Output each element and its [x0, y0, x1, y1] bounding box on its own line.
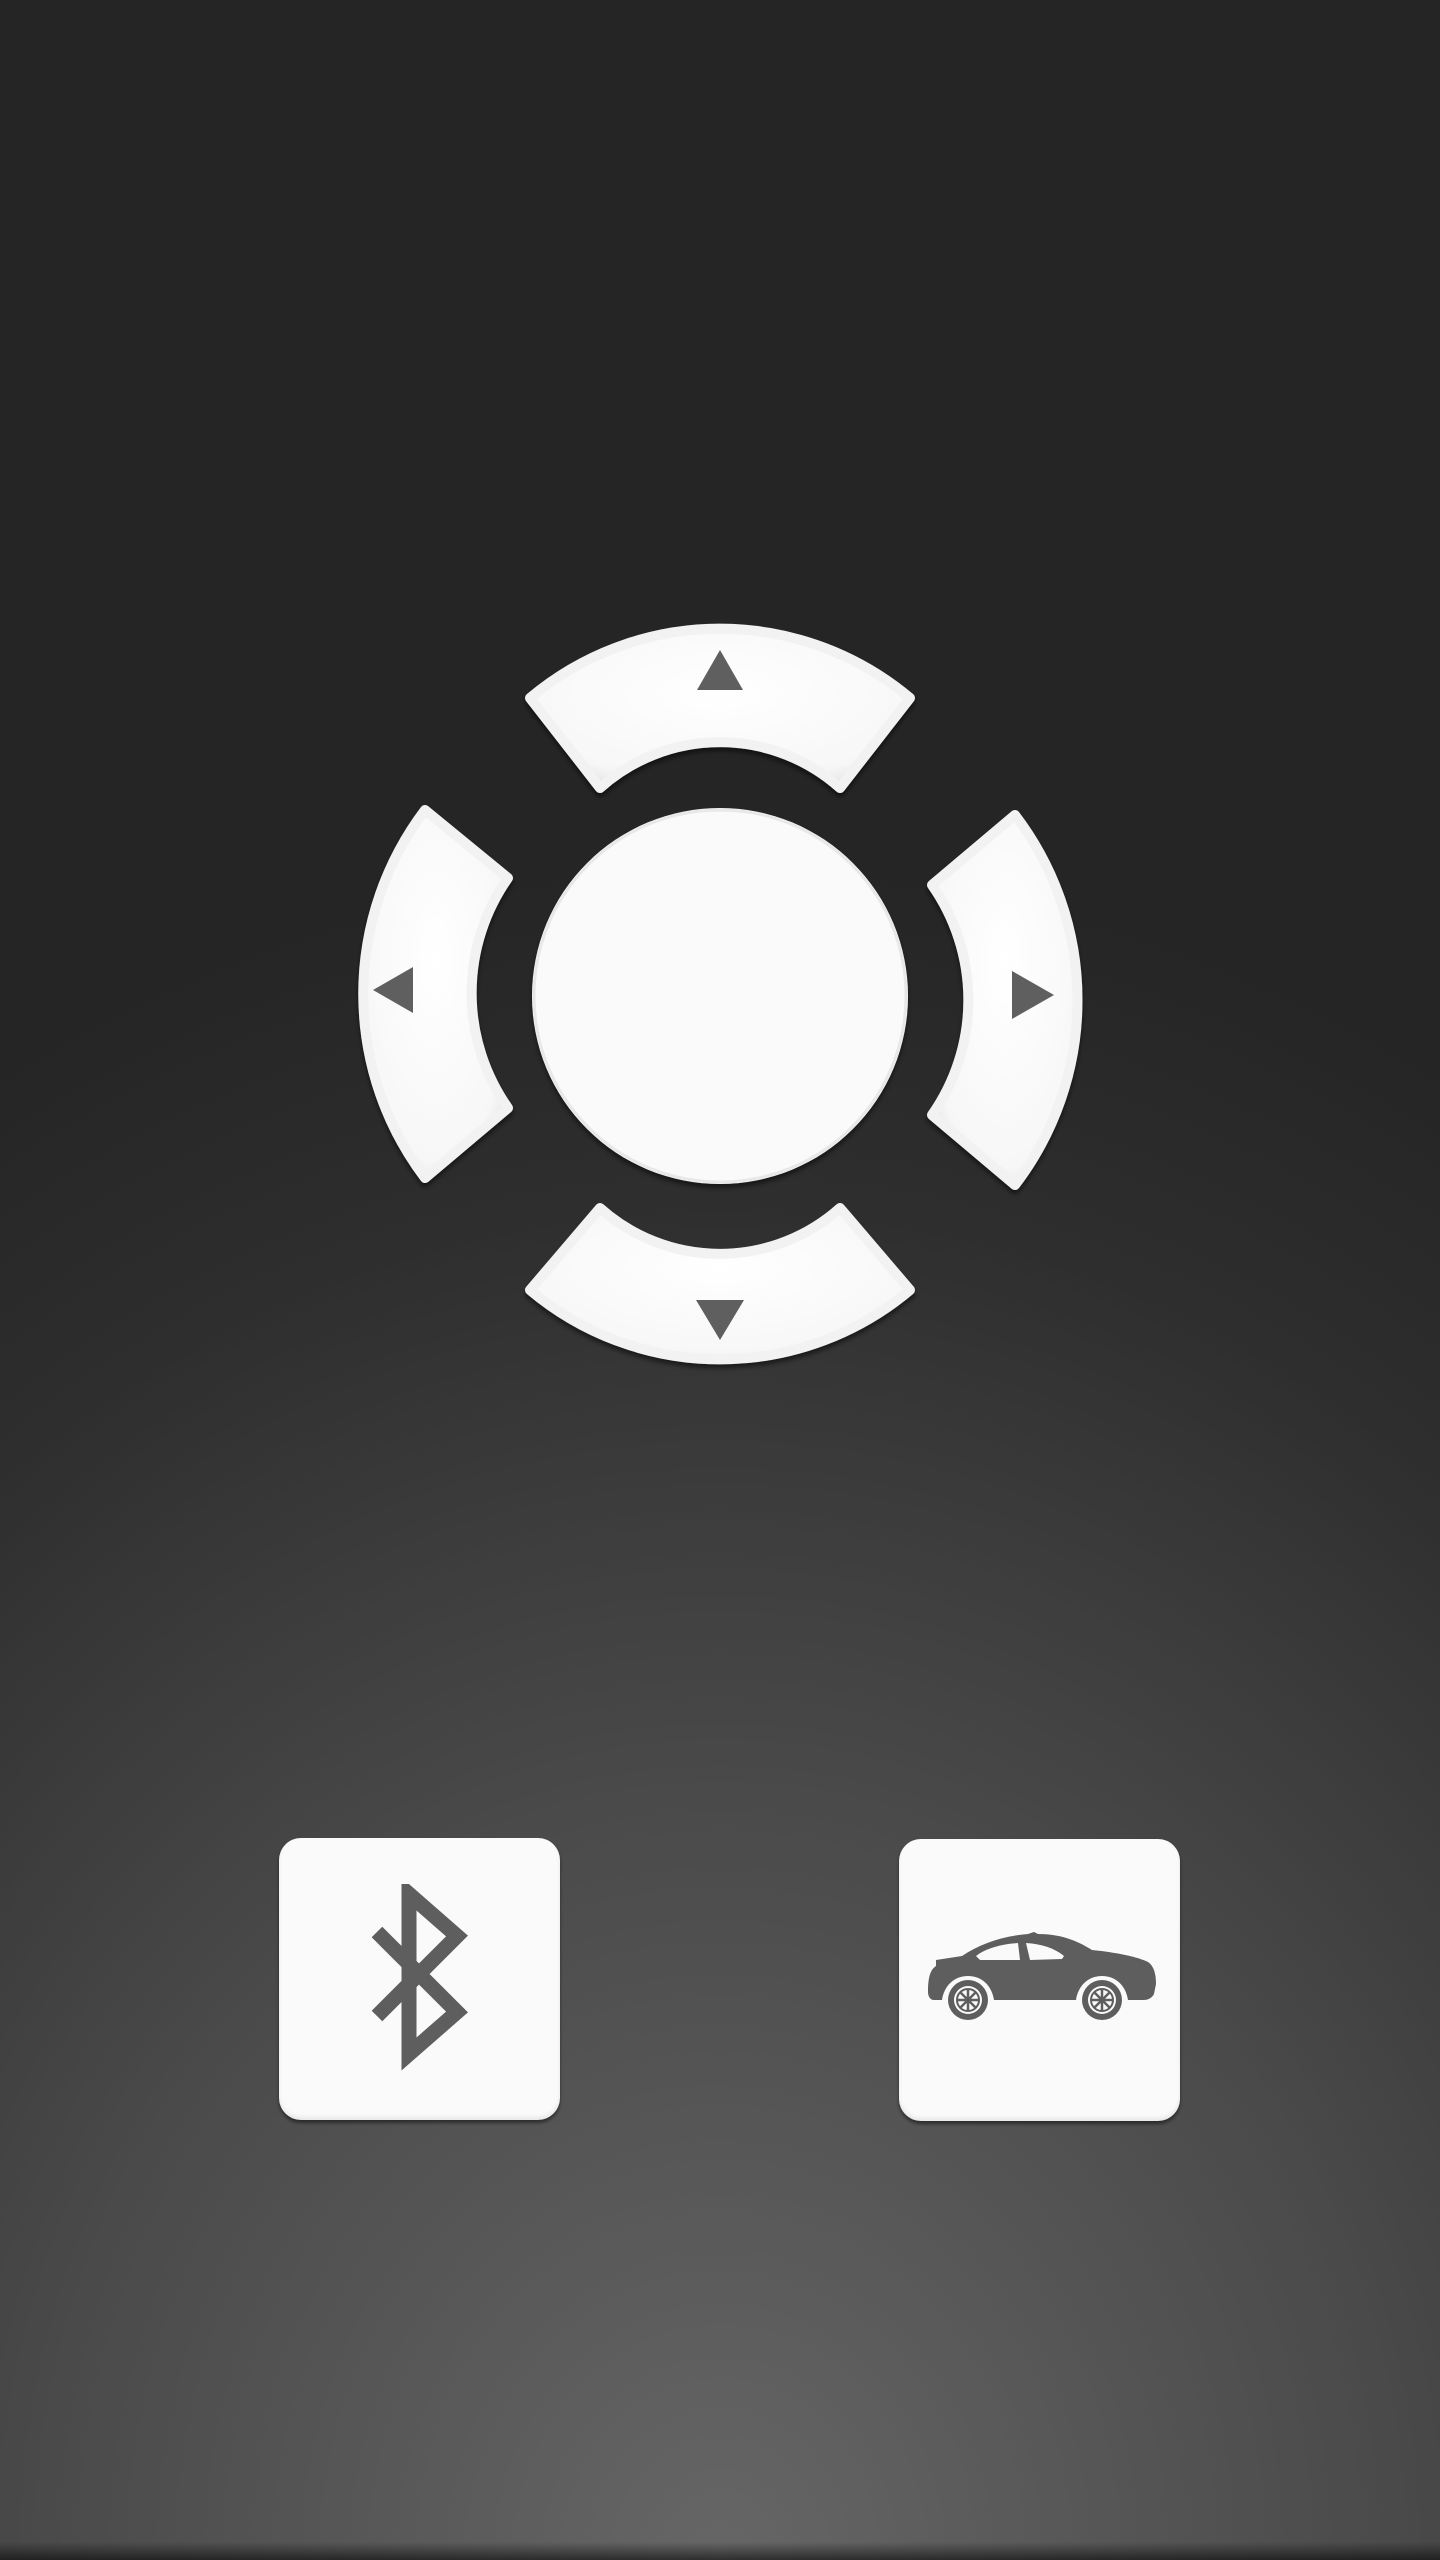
- car-icon: [927, 1932, 1156, 2020]
- bluetooth-icon: [371, 1884, 468, 2071]
- dpad: [358, 623, 1083, 1365]
- remote-control-screen: [0, 0, 1440, 2560]
- left-button[interactable]: [358, 805, 513, 1183]
- bluetooth-button[interactable]: [279, 1838, 560, 2120]
- down-button[interactable]: [525, 1203, 915, 1365]
- right-button[interactable]: [927, 810, 1083, 1190]
- center-button[interactable]: [532, 808, 908, 1184]
- up-button[interactable]: [525, 623, 915, 793]
- car-button[interactable]: [899, 1839, 1180, 2121]
